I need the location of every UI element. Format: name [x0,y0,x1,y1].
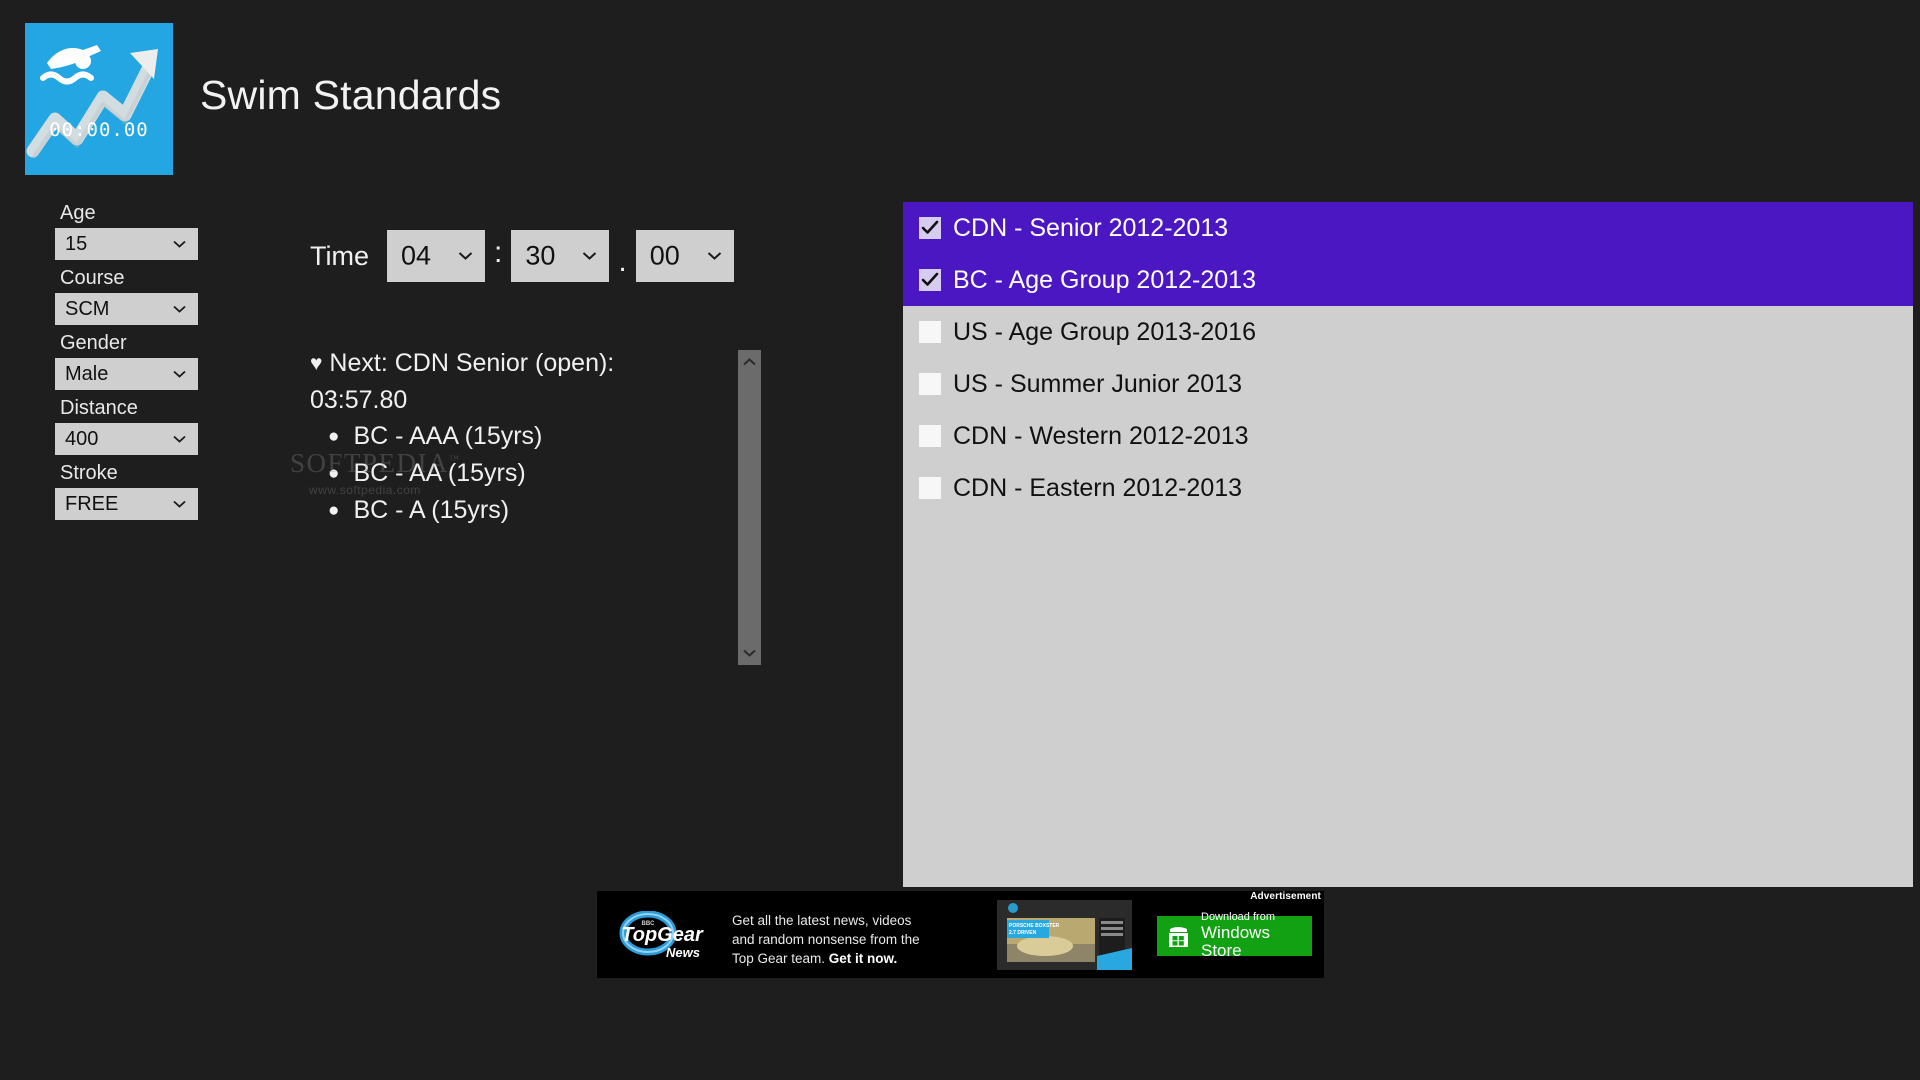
results-list: ♥ Next: CDN Senior (open): 03:57.80 ● BC… [310,345,740,665]
list-item-label: CDN - Senior 2012-2013 [953,213,1229,242]
age-select[interactable]: 15 [55,228,198,260]
checkbox-unchecked-icon[interactable] [919,373,941,395]
advertisement-banner[interactable]: Advertisement BBC TopGear News Get all t… [597,891,1324,978]
scroll-down-icon[interactable] [738,645,761,661]
checkbox-checked-icon[interactable] [919,269,941,291]
chevron-down-icon [173,370,186,378]
course-label: Course [60,267,125,289]
list-item-label: CDN - Eastern 2012-2013 [953,473,1243,502]
list-item: ● BC - AAA (15yrs) [310,418,740,455]
logo-timer-text: 00:00.00 [49,119,149,141]
gender-label: Gender [60,332,127,354]
checkbox-unchecked-icon[interactable] [919,425,941,447]
list-item-label: BC - A (15yrs) [353,496,510,524]
chevron-down-icon [173,305,186,313]
chevron-down-icon [707,252,722,261]
windows-store-button[interactable]: Download from Windows Store [1157,911,1312,960]
list-item-cdn-western[interactable]: CDN - Western 2012-2013 [903,410,1913,462]
time-seconds-value: 30 [525,240,556,271]
time-minutes-value: 04 [401,240,432,271]
chevron-down-icon [458,252,473,261]
chevron-down-icon [582,252,597,261]
store-line-2: Windows Store [1201,923,1270,961]
checkbox-checked-icon[interactable] [919,217,941,239]
time-hundredths-select[interactable]: 00 [635,230,734,282]
next-standard-time: 03:57.80 [310,386,408,414]
logo-artwork: 00:00.00 [26,45,158,160]
windows-store-text: Download from Windows Store [1201,910,1312,961]
stroke-select[interactable]: FREE [55,488,198,520]
course-select[interactable]: SCM [55,293,198,325]
list-item-us-summer-junior[interactable]: US - Summer Junior 2013 [903,358,1913,410]
time-label: Time [310,240,369,271]
distance-select[interactable]: 400 [55,423,198,455]
bullet-icon: ● [328,463,340,484]
distance-value: 400 [65,428,99,450]
list-item-label: BC - AA (15yrs) [353,459,526,487]
windows-store-icon [1165,923,1192,950]
list-item-us-age-group[interactable]: US - Age Group 2013-2016 [903,306,1913,358]
list-item-label: CDN - Western 2012-2013 [953,421,1249,450]
topgear-wordmark: TopGear [621,924,704,946]
list-item-bc-age-group[interactable]: BC - Age Group 2012-2013 [903,254,1913,306]
app-header: 00:00.00 Swim Standards [0,0,1920,190]
time-minutes-select[interactable]: 04 [387,230,485,282]
time-dot-separator: . [618,245,627,278]
chevron-down-icon [173,240,186,248]
news-wordmark: News [666,945,700,960]
chevron-down-icon [173,500,186,508]
time-seconds-select[interactable]: 30 [511,230,610,282]
list-item: ● BC - A (15yrs) [310,492,740,529]
time-entry-row: Time 04 : 30 . 00 [310,230,734,282]
heart-icon: ♥ [310,352,323,375]
age-label: Age [60,202,96,224]
advertisement-cta: Get it now. [828,951,898,966]
topgear-logo-icon: BBC TopGear News [612,910,716,963]
advertisement-body: Get all the latest news, videos and rand… [732,911,932,968]
distance-label: Distance [60,397,138,419]
list-item-label: BC - AAA (15yrs) [353,422,543,450]
store-line-1: Download from [1201,910,1275,923]
age-value: 15 [65,233,88,255]
results-scrollbar[interactable] [738,350,761,665]
list-item-cdn-eastern[interactable]: CDN - Eastern 2012-2013 [903,462,1913,514]
page-title: Swim Standards [200,72,502,118]
advertisement-label: Advertisement [1250,891,1321,902]
bullet-icon: ● [328,500,340,521]
app-window: 00:00.00 Swim Standards Age 15 Course SC… [0,0,1920,1080]
gender-select[interactable]: Male [55,358,198,390]
scroll-up-icon[interactable] [738,354,761,370]
checkbox-unchecked-icon[interactable] [919,477,941,499]
stroke-value: FREE [65,493,119,515]
next-standard-line: ♥ Next: CDN Senior (open): [310,345,740,382]
thumb-caption-2: 2.7 DRIVEN [1009,930,1037,936]
checkbox-unchecked-icon[interactable] [919,321,941,343]
list-item-label: BC - Age Group 2012-2013 [953,265,1256,294]
stroke-label: Stroke [60,462,118,484]
list-item: ● BC - AA (15yrs) [310,455,740,492]
bullet-icon: ● [328,426,340,447]
standards-selection-list: CDN - Senior 2012-2013 BC - Age Group 20… [903,202,1913,887]
time-colon-separator: : [494,236,503,269]
chevron-down-icon [173,435,186,443]
gender-value: Male [65,363,109,385]
list-item-cdn-senior[interactable]: CDN - Senior 2012-2013 [903,202,1913,254]
advertisement-screenshot: PORSCHE BOXSTER 2.7 DRIVEN [997,900,1132,970]
app-logo: 00:00.00 [25,23,173,175]
list-item-label: US - Summer Junior 2013 [953,369,1243,398]
list-item-label: US - Age Group 2013-2016 [953,317,1256,346]
thumb-caption-1: PORSCHE BOXSTER [1009,923,1060,929]
next-standard-label: Next: CDN Senior (open): [329,349,615,377]
filters-panel: Age 15 Course SCM Gender Male Distance 4… [55,200,215,525]
time-hundredths-value: 00 [649,240,680,271]
course-value: SCM [65,298,110,320]
